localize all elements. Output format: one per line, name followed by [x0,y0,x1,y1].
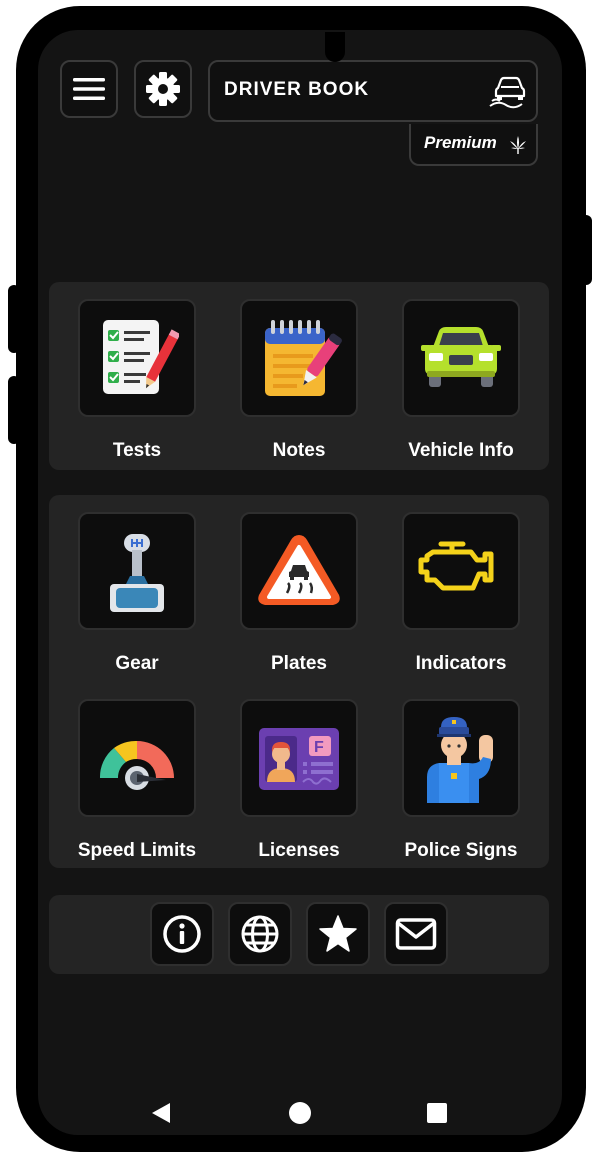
notes-tile[interactable] [240,299,358,417]
nav-home-button[interactable] [287,1100,313,1126]
speed-limits-label: Speed Limits [77,840,197,861]
rate-button[interactable] [306,902,370,966]
settings-button[interactable] [134,60,192,118]
indicators-label: Indicators [415,653,507,674]
nav-recents-button[interactable] [426,1102,448,1124]
camera-notch [325,32,345,62]
mail-icon [395,918,437,950]
volume-up-button [8,285,20,353]
police-signs-tile[interactable] [402,699,520,817]
license-card-icon: F [259,728,339,790]
info-icon [163,915,201,953]
license-letter: F [314,739,324,756]
police-signs-label: Police Signs [404,840,518,861]
plates-label: Plates [271,653,327,674]
globe-icon [241,915,279,953]
info-button[interactable] [150,902,214,966]
tests-label: Tests [112,440,162,461]
app-screen: DRIVER BOOK Premium Tests Notes Vehicle … [38,30,562,1135]
skidding-car-icon [489,76,526,109]
vehicle-info-tile[interactable] [402,299,520,417]
back-icon [152,1103,170,1123]
notes-label: Notes [272,440,326,461]
checklist-icon [103,320,179,394]
licenses-tile[interactable]: F [240,699,358,817]
volume-down-button [8,376,20,444]
gear-stick-icon [110,534,164,612]
indicators-tile[interactable] [402,512,520,630]
power-button [580,215,592,285]
home-icon [289,1102,311,1124]
speed-limits-tile[interactable] [78,699,196,817]
menu-button[interactable] [60,60,118,118]
bottom-action-bar [49,895,549,974]
gear-label: Gear [115,653,159,674]
nav-back-button[interactable] [148,1100,174,1126]
contact-button[interactable] [384,902,448,966]
app-title: DRIVER BOOK [224,79,370,100]
app-title-bar: DRIVER BOOK [208,60,538,122]
recents-icon [427,1103,447,1123]
speedometer-icon [99,740,174,790]
star-icon [319,915,357,952]
language-button[interactable] [228,902,292,966]
hamburger-menu-icon [73,78,105,100]
premium-badge[interactable]: Premium [409,124,538,166]
vehicle-info-label: Vehicle Info [408,440,514,461]
police-officer-icon [427,717,493,803]
tests-tile[interactable] [78,299,196,417]
slippery-road-sign-icon [258,535,340,605]
leaf-icon [510,136,526,154]
notepad-icon [265,320,342,396]
gear-tile[interactable] [78,512,196,630]
gear-icon [146,72,180,106]
engine-warning-icon [418,541,494,591]
premium-label: Premium [424,133,497,152]
car-icon [421,327,501,387]
plates-tile[interactable] [240,512,358,630]
licenses-label: Licenses [258,840,340,861]
